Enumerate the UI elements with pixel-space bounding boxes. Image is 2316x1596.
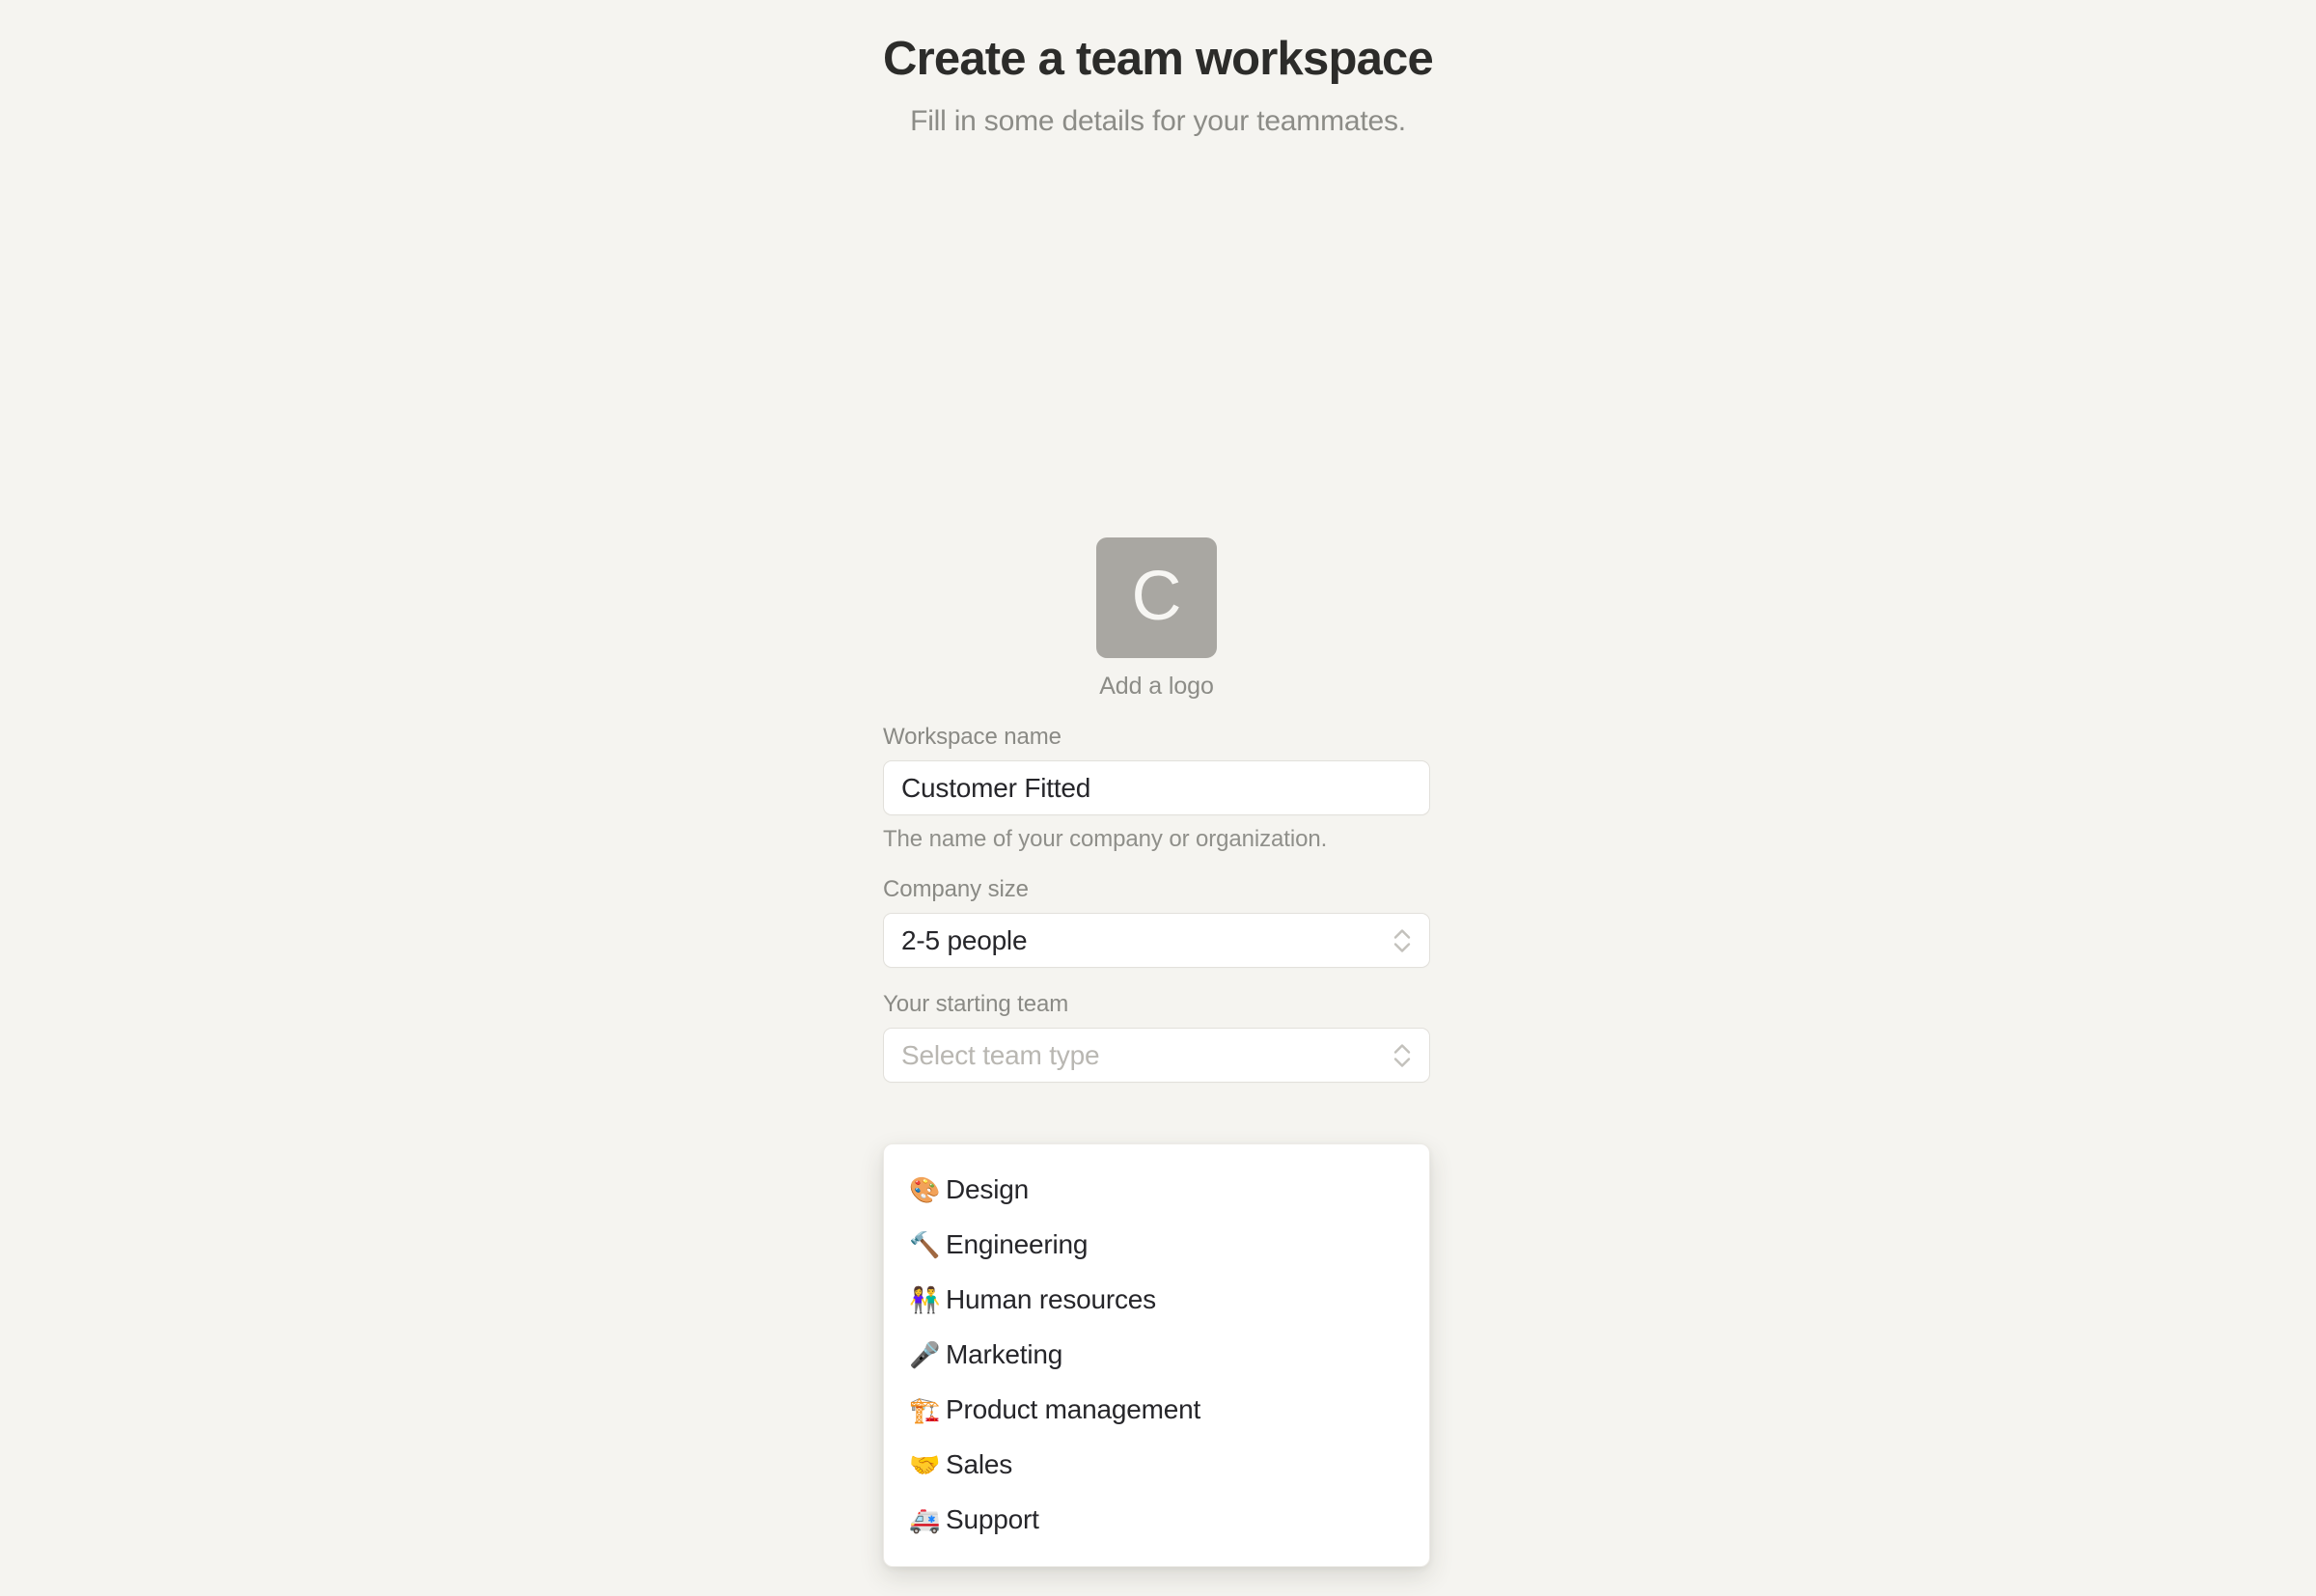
workspace-name-label: Workspace name [883, 724, 1062, 750]
workspace-name-input[interactable]: Customer Fitted [883, 760, 1430, 815]
starting-team-dropdown-menu[interactable]: 🎨 Design 🔨 Engineering 👫 Human resources 🎤 Mark… [883, 1143, 1430, 1567]
workspace-name-help: The name of your company or organization… [883, 826, 1328, 852]
dropdown-option-label: Design [946, 1173, 1029, 1204]
dropdown-option-label: Marketing [946, 1338, 1063, 1369]
dropdown-option-label: Product management [946, 1393, 1201, 1424]
dropdown-option-label: Human resources [946, 1283, 1156, 1314]
workspace-name-value: Customer Fitted [901, 772, 1091, 803]
man-and-woman-holding-hands-icon: 👫 [909, 1284, 941, 1314]
workspace-name-field: Workspace name Customer Fitted The name … [883, 724, 1430, 853]
page-title: Create a team workspace [883, 33, 1434, 85]
logo-upload-button[interactable]: C [1096, 537, 1217, 658]
add-logo-label[interactable]: Add a logo [883, 673, 1430, 701]
starting-team-label: Your starting team [883, 991, 1069, 1017]
dropdown-option[interactable]: 🎤 Marketing [884, 1327, 1429, 1382]
hammer-icon: 🔨 [909, 1229, 941, 1259]
page-header: Create a team workspace Fill in some det… [0, 0, 2316, 139]
dropdown-option[interactable]: 🤝 Sales [884, 1437, 1429, 1492]
dropdown-option[interactable]: 🏗️ Product management [884, 1382, 1429, 1437]
company-size-label: Company size [883, 876, 1029, 902]
microphone-icon: 🎤 [909, 1339, 941, 1369]
dropdown-option-label: Engineering [946, 1228, 1089, 1259]
dropdown-option-label: Support [946, 1503, 1039, 1534]
dropdown-option[interactable]: 🚑 Support [884, 1492, 1429, 1547]
page-subtitle: Fill in some details for your teammates. [910, 104, 1406, 137]
logo-initial: C [1131, 557, 1182, 635]
starting-team-select[interactable]: Select team type [883, 1028, 1430, 1083]
company-size-value: 2-5 people [901, 924, 1028, 955]
company-size-field: Company size 2-5 people [883, 876, 1430, 968]
artist-palette-icon: 🎨 [909, 1174, 941, 1204]
dropdown-option-label: Sales [946, 1448, 1013, 1479]
dropdown-option[interactable]: 🎨 Design [884, 1162, 1429, 1217]
dropdown-option[interactable]: 👫 Human resources [884, 1272, 1429, 1327]
handshake-icon: 🤝 [909, 1449, 941, 1479]
workspace-form: C Add a logo Workspace name Customer Fit… [883, 537, 1430, 1083]
chevron-up-down-icon[interactable] [1392, 1040, 1413, 1071]
chevron-up-down-icon[interactable] [1392, 925, 1413, 956]
starting-team-placeholder: Select team type [901, 1039, 1100, 1070]
logo-upload-block: C Add a logo [883, 537, 1430, 701]
company-size-select[interactable]: 2-5 people [883, 913, 1430, 968]
building-construction-icon: 🏗️ [909, 1394, 941, 1424]
dropdown-option[interactable]: 🔨 Engineering [884, 1217, 1429, 1272]
ambulance-icon: 🚑 [909, 1504, 941, 1534]
starting-team-field: Your starting team Select team type [883, 991, 1430, 1083]
